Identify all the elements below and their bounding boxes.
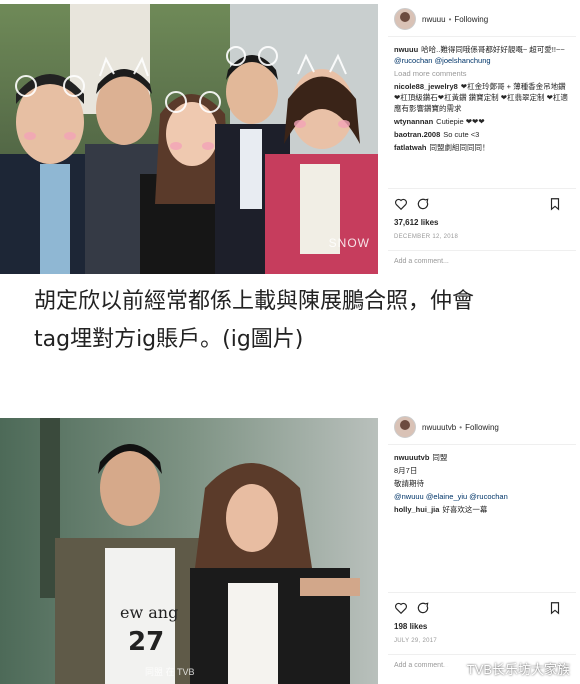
- following-button[interactable]: Following: [465, 423, 499, 432]
- post-header: nwuuu • Following: [388, 8, 576, 30]
- wechat-icon: [443, 661, 462, 676]
- watermark-text: TVB长乐坊大家族: [466, 662, 570, 677]
- comment-line: 敬請期待: [394, 479, 424, 488]
- separator-dot: •: [448, 14, 452, 24]
- comment-username[interactable]: fatlatwah: [394, 143, 427, 152]
- svg-text:27: 27: [128, 627, 164, 657]
- bookmark-icon[interactable]: [548, 197, 562, 211]
- post-photo[interactable]: SNOW: [0, 4, 378, 274]
- mention-link[interactable]: @elaine_yiu: [426, 492, 467, 501]
- comment-line: 8月7日: [394, 466, 418, 475]
- heart-icon[interactable]: [394, 197, 408, 211]
- mention-link[interactable]: @rucochan: [469, 492, 507, 501]
- comment: nicole88_jewelry8 ❤杠金玲鄭哥 + 薄種香金吊地鑽 ❤杠頂級鑽石…: [394, 81, 572, 114]
- comment-text: 同盟: [432, 453, 448, 462]
- divider: [388, 654, 576, 655]
- likes-count[interactable]: 37,612 likes: [394, 218, 438, 227]
- comment-username[interactable]: nwuuutvb: [394, 453, 429, 462]
- svg-text:ew ang: ew ang: [120, 603, 178, 622]
- comment-username[interactable]: nicole88_jewelry8: [394, 82, 458, 91]
- comment-icon[interactable]: [416, 601, 430, 615]
- comment-text: 同盟劇組同同同！: [429, 143, 490, 152]
- comment: wtynannan Cutiepie ❤❤❤: [394, 116, 572, 127]
- comment: nwuuu 哈哈..難得同哦係哥都好好靚嘅~ 超可愛!!~~ @rucochan …: [394, 44, 572, 66]
- username-link[interactable]: nwuuu: [422, 15, 446, 24]
- comment-mentions: @nwuuu @elaine_yiu @rucochan: [394, 491, 572, 502]
- post-date: DECEMBER 12, 2018: [394, 234, 459, 240]
- comment-username[interactable]: baotran.2008: [394, 130, 440, 139]
- post-side-panel: nwuuu • Following nwuuu 哈哈..難得同哦係哥都好好靚嘅~ …: [388, 0, 576, 276]
- comment-username[interactable]: holly_hui_jia: [394, 505, 439, 514]
- group-photo: [0, 4, 378, 274]
- comment: fatlatwah 同盟劇組同同同！: [394, 142, 572, 153]
- article-caption: 胡定欣以前經常都係上載與陳展鵬合照，仲會 tag埋對方ig賬戶。(ig圖片): [34, 283, 554, 359]
- divider: [388, 188, 576, 189]
- post-date: JULY 29, 2017: [394, 638, 438, 644]
- load-more-comments[interactable]: Load more comments: [394, 68, 572, 79]
- username-link[interactable]: nwuuutvb: [422, 423, 456, 432]
- divider: [388, 250, 576, 251]
- separator-dot: •: [459, 422, 463, 432]
- add-comment-input[interactable]: Add a comment...: [394, 258, 449, 265]
- caption-line-1: 胡定欣以前經常都係上載與陳展鵬合照，仲會: [34, 289, 475, 314]
- bookmark-icon[interactable]: [548, 601, 562, 615]
- heart-icon[interactable]: [394, 601, 408, 615]
- comments-list: nwuuu 哈哈..難得同哦係哥都好好靚嘅~ 超可愛!!~~ @rucochan …: [394, 44, 572, 155]
- post-side-panel: nwuuutvb • Following nwuuutvb 同盟 8月7日 敬請期…: [388, 408, 576, 684]
- add-comment-input[interactable]: Add a comment...: [394, 662, 449, 669]
- divider: [388, 444, 576, 445]
- caption-line-2: tag埋對方ig賬戶。(ig圖片): [34, 327, 304, 352]
- comment-text: Cutiepie ❤❤❤: [436, 117, 485, 126]
- following-button[interactable]: Following: [454, 15, 488, 24]
- snow-watermark: SNOW: [328, 236, 370, 250]
- comments-list: nwuuutvb 同盟 8月7日 敬請期待 @nwuuu @elaine_yiu …: [394, 452, 572, 517]
- comment: nwuuutvb 同盟: [394, 452, 572, 463]
- comment: baotran.2008 So cute <3: [394, 129, 572, 140]
- action-bar: [394, 196, 570, 212]
- post-photo[interactable]: ew ang 27 同盟 在 TVB: [0, 418, 378, 684]
- video-subtitle: 同盟 在 TVB: [145, 667, 195, 677]
- comment-text: 好喜欢这一幕: [442, 505, 488, 514]
- comment: holly_hui_jia 好喜欢这一幕: [394, 504, 572, 515]
- mention-link[interactable]: @rucochan: [394, 56, 432, 65]
- action-bar: [394, 600, 570, 616]
- account-watermark: TVB长乐坊大家族: [443, 659, 570, 678]
- divider: [388, 592, 576, 593]
- avatar[interactable]: [394, 416, 416, 438]
- likes-count[interactable]: 198 likes: [394, 622, 427, 631]
- mention-link[interactable]: @joelshanchung: [435, 56, 491, 65]
- post-header: nwuuutvb • Following: [388, 416, 576, 438]
- comment-username[interactable]: wtynannan: [394, 117, 433, 126]
- divider: [388, 36, 576, 37]
- comment-text: 哈哈..難得同哦係哥都好好靚嘅~ 超可愛!!~~: [421, 45, 565, 54]
- instagram-post-2: ew ang 27 同盟 在 TVB nwuuutvb • Following …: [0, 408, 580, 684]
- comment-text: So cute <3: [443, 130, 480, 139]
- mention-link[interactable]: @nwuuu: [394, 492, 424, 501]
- comment-username[interactable]: nwuuu: [394, 45, 418, 54]
- comment-icon[interactable]: [416, 197, 430, 211]
- drama-still-photo: ew ang 27: [0, 418, 378, 684]
- instagram-post-1: SNOW nwuuu • Following nwuuu 哈哈..難得同哦係哥都好…: [0, 0, 580, 276]
- avatar[interactable]: [394, 8, 416, 30]
